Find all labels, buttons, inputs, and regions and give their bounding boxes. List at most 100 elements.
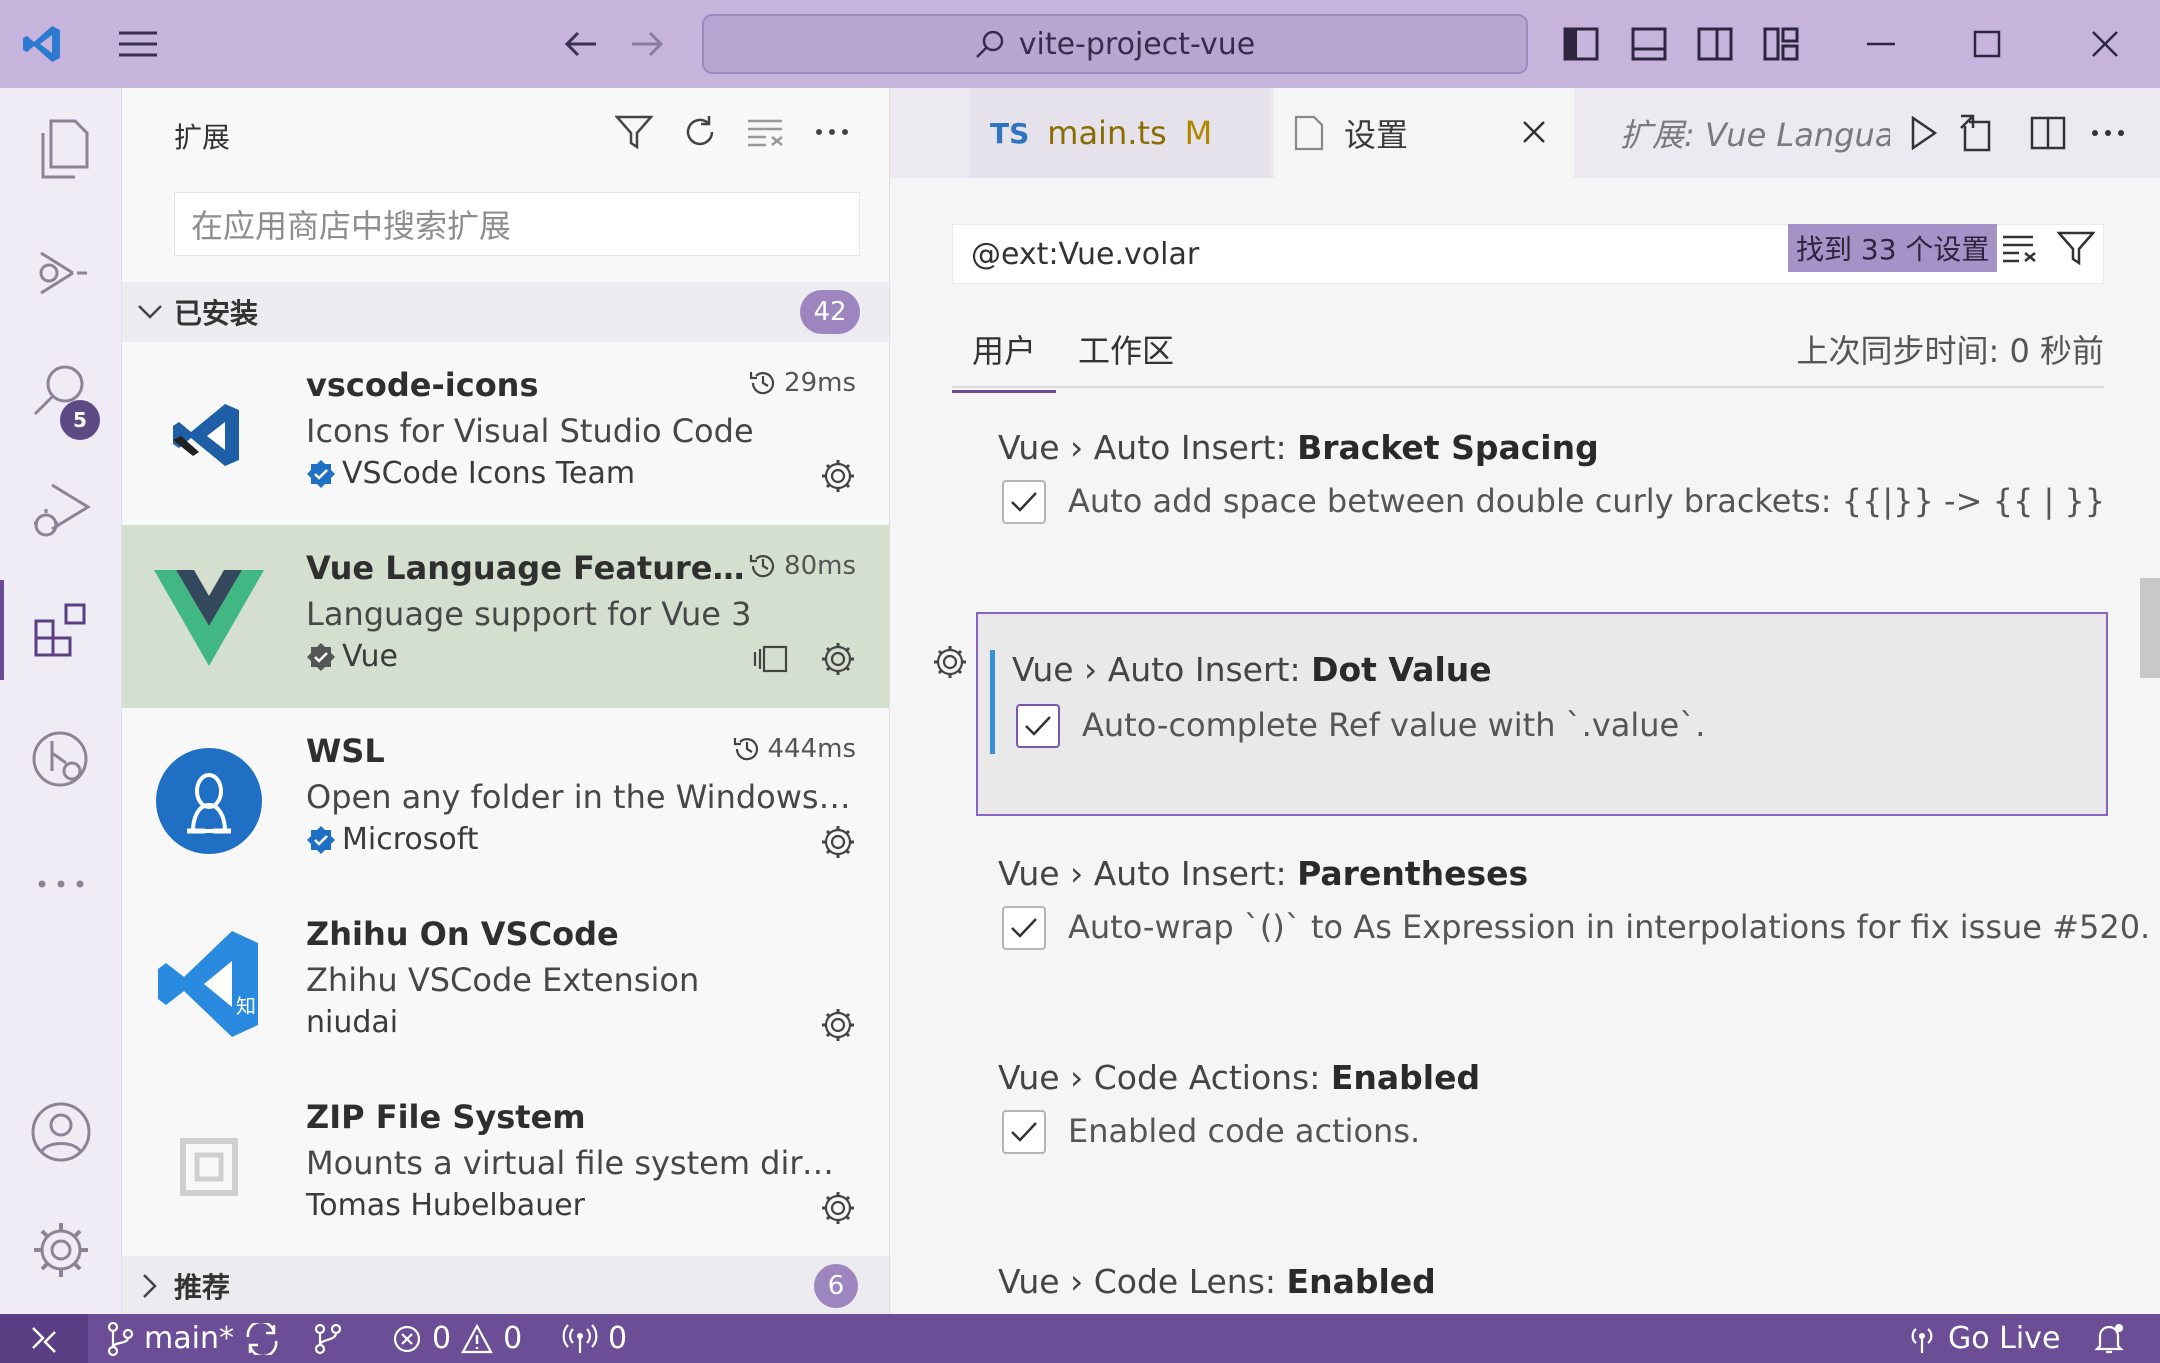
installed-label: 已安装 xyxy=(174,297,259,330)
svg-text:知: 知 xyxy=(236,994,256,1018)
extension-publisher[interactable]: Tomas Hubelbauer xyxy=(306,1188,585,1223)
maximize-icon[interactable] xyxy=(1952,22,2022,66)
source-control-icon[interactable] xyxy=(0,224,122,324)
filter-icon[interactable] xyxy=(2052,224,2100,272)
title-bar: vite-project-vue xyxy=(0,0,2160,88)
setting-checkbox[interactable] xyxy=(1002,480,1046,524)
tab-main-ts[interactable]: TS main.ts M xyxy=(970,88,1270,178)
filter-icon[interactable] xyxy=(610,108,658,156)
extension-publisher[interactable]: Vue xyxy=(306,639,398,674)
setting-parentheses: Vue › Auto Insert: Parentheses Auto-wrap… xyxy=(976,854,2150,994)
extension-item-vscode-icons[interactable]: vscode-icons 29ms Icons for Visual Studi… xyxy=(122,342,889,525)
run-debug-icon[interactable] xyxy=(0,460,122,560)
clear-filter-icon[interactable] xyxy=(1996,224,2044,272)
zip-file-system-logo-icon xyxy=(152,1110,266,1224)
tab-user[interactable]: 用户 xyxy=(952,326,1057,393)
toggle-secondary-sidebar-icon[interactable] xyxy=(1690,22,1740,66)
explorer-files-icon[interactable] xyxy=(0,100,122,200)
manage-gear-icon[interactable] xyxy=(818,1188,858,1228)
setting-checkbox[interactable] xyxy=(1002,1110,1046,1154)
sync-status: 上次同步时间: 0 秒前 xyxy=(1796,332,2105,370)
extension-item-wsl[interactable]: WSL 444ms Open any folder in the Windows… xyxy=(122,708,889,891)
source-control-graph-icon[interactable] xyxy=(312,1314,344,1363)
clear-results-icon[interactable] xyxy=(742,108,790,156)
error-icon xyxy=(393,1325,421,1352)
close-tab-icon[interactable] xyxy=(1514,112,1554,152)
recommended-section-header[interactable]: 推荐 6 xyxy=(122,1256,889,1314)
command-center[interactable]: vite-project-vue xyxy=(702,14,1528,74)
setting-description: Auto add space between double curly brac… xyxy=(1068,482,2106,520)
run-icon[interactable] xyxy=(1900,109,1948,157)
extension-name: Vue Language Features (V... xyxy=(306,549,746,587)
file-icon xyxy=(1294,115,1324,151)
forward-arrow-icon[interactable] xyxy=(622,22,672,66)
extension-item-zhihu[interactable]: 知 Zhihu On VSCode Zhihu VSCode Extension… xyxy=(122,891,889,1074)
setting-checkbox[interactable] xyxy=(1002,906,1046,950)
extension-publisher[interactable]: Microsoft xyxy=(306,822,479,857)
toggle-primary-sidebar-icon[interactable] xyxy=(1556,22,1606,66)
tab-extension-vue[interactable]: 扩展: Vue Language Features (Volar) xyxy=(1580,88,1890,178)
manage-gear-icon[interactable] xyxy=(0,1200,122,1300)
remote-explorer-icon[interactable] xyxy=(0,710,122,810)
go-live-label: Go Live xyxy=(1948,1321,2061,1356)
toggle-panel-icon[interactable] xyxy=(1624,22,1674,66)
manage-gear-icon[interactable] xyxy=(818,456,858,496)
search-badge: 5 xyxy=(60,400,100,440)
manage-gear-icon[interactable] xyxy=(818,1005,858,1045)
extension-name: WSL xyxy=(306,732,385,770)
editor-tab-bar: TS main.ts M 设置 扩展: Vue Language Feature… xyxy=(890,88,2160,178)
close-window-icon[interactable] xyxy=(2070,22,2140,66)
ports-status[interactable]: 0 xyxy=(562,1314,627,1363)
problems-status[interactable]: 0 0 xyxy=(392,1314,522,1363)
branch-label: main* xyxy=(144,1321,234,1356)
extensions-icon[interactable] xyxy=(0,580,122,680)
extension-publisher[interactable]: VSCode Icons Team xyxy=(306,456,635,491)
customize-layout-icon[interactable] xyxy=(1756,22,1806,66)
branch-status[interactable]: main* xyxy=(106,1314,280,1363)
extension-publisher[interactable]: niudai xyxy=(306,1005,398,1040)
setting-title: Vue › Auto Insert: Bracket Spacing xyxy=(998,428,1599,467)
setting-code-actions: Vue › Code Actions: Enabled Enabled code… xyxy=(976,1058,2104,1198)
extension-search-input[interactable]: 在应用商店中搜索扩展 xyxy=(174,192,860,256)
go-live-button[interactable]: Go Live xyxy=(1906,1314,2060,1363)
settings-scrollbar-thumb[interactable] xyxy=(2140,578,2160,678)
extension-name: Zhihu On VSCode xyxy=(306,915,619,953)
notifications-bell-icon[interactable] xyxy=(2092,1314,2126,1363)
tab-label: 扩展: Vue Language Features (Volar) xyxy=(1620,116,1890,154)
open-settings-json-icon[interactable] xyxy=(1954,109,2002,157)
setting-name: Dot Value xyxy=(1311,650,1492,689)
more-icon[interactable] xyxy=(0,834,122,934)
extension-description: Language support for Vue 3 xyxy=(306,595,752,633)
verified-badge-icon xyxy=(307,825,335,854)
chevron-right-icon xyxy=(132,1268,168,1304)
sidebar-title: 扩展 xyxy=(174,121,231,154)
installed-section-header[interactable]: 已安装 42 xyxy=(122,282,889,342)
minimize-icon[interactable] xyxy=(1846,22,1916,66)
extension-item-vue-language-features[interactable]: Vue Language Features (V... 80ms Languag… xyxy=(122,525,889,708)
chevron-down-icon xyxy=(132,294,168,330)
back-arrow-icon[interactable] xyxy=(556,22,606,66)
tab-settings[interactable]: 设置 xyxy=(1274,88,1574,178)
setting-checkbox[interactable] xyxy=(1016,704,1060,748)
menu-icon[interactable] xyxy=(112,24,164,64)
search-activity[interactable]: 5 xyxy=(0,340,122,440)
manage-gear-icon[interactable] xyxy=(818,822,858,862)
manage-gear-icon[interactable] xyxy=(818,639,858,679)
activity-bar: 5 xyxy=(0,88,122,1314)
sync-extension-icon[interactable] xyxy=(750,639,790,679)
broadcast-icon xyxy=(562,1323,598,1353)
setting-gear-icon[interactable] xyxy=(928,640,972,684)
publisher-label: Vue xyxy=(342,639,398,674)
checkmark-icon xyxy=(1011,918,1037,938)
status-bar: main* 0 0 0 Go Live xyxy=(0,1314,2160,1363)
more-actions-icon[interactable] xyxy=(2084,109,2132,157)
vscode-logo-icon xyxy=(18,20,66,68)
remote-indicator-icon[interactable] xyxy=(0,1314,88,1363)
extension-item-zip-file-system[interactable]: ZIP File System Mounts a virtual file sy… xyxy=(122,1074,889,1257)
more-actions-icon[interactable] xyxy=(808,108,856,156)
tab-workspace[interactable]: 工作区 xyxy=(1078,326,1174,390)
refresh-icon[interactable] xyxy=(676,108,724,156)
account-icon[interactable] xyxy=(0,1082,122,1182)
split-editor-icon[interactable] xyxy=(2024,109,2072,157)
setting-bracket-spacing: Vue › Auto Insert: Bracket Spacing Auto … xyxy=(976,428,2106,568)
